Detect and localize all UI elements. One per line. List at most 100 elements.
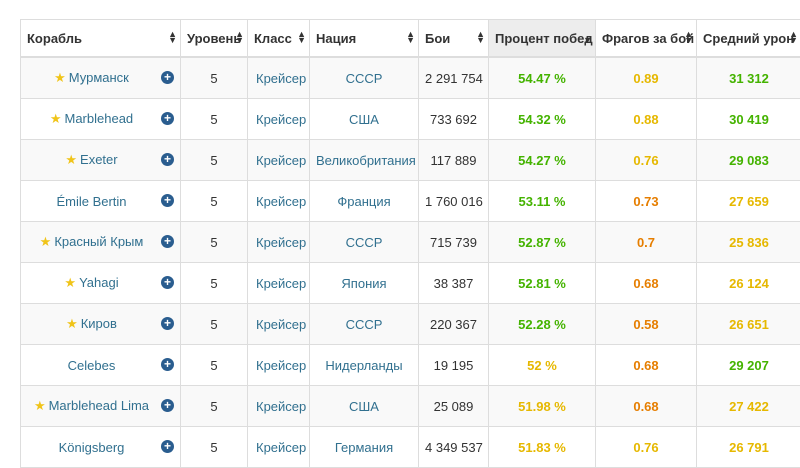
sort-icon[interactable]: ▲▼ (235, 31, 244, 43)
winrate-cell: 52.87 % (489, 222, 596, 263)
class-cell: Крейсер (248, 99, 310, 140)
table-row: ★Marblehead Lima+5КрейсерСША25 08951.98 … (21, 386, 800, 427)
sort-icon[interactable]: ▲▼ (789, 31, 798, 43)
class-link[interactable]: Крейсер (256, 235, 306, 250)
table-row: Émile Bertin+5КрейсерФранция1 760 01653.… (21, 181, 800, 222)
class-link[interactable]: Крейсер (256, 71, 306, 86)
sort-icon[interactable]: ▲▼ (297, 31, 306, 43)
level-cell: 5 (181, 222, 248, 263)
add-circle-icon[interactable]: + (161, 317, 174, 330)
premium-star-icon: ★ (40, 234, 52, 249)
ship-link[interactable]: Émile Bertin (56, 194, 126, 209)
ship-link[interactable]: Marblehead (65, 111, 134, 126)
avgdmg-cell: 25 836 (697, 222, 800, 263)
class-link[interactable]: Крейсер (256, 399, 306, 414)
level-cell: 5 (181, 304, 248, 345)
battles-cell: 220 367 (419, 304, 489, 345)
sort-icon[interactable]: ▲▼ (476, 31, 485, 43)
ship-link[interactable]: Мурманск (69, 70, 129, 85)
battles-cell: 2 291 754 (419, 57, 489, 99)
ship-cell: ★Marblehead + (21, 99, 181, 140)
battles-cell: 4 349 537 (419, 427, 489, 468)
ship-link[interactable]: Красный Крым (54, 234, 143, 249)
class-link[interactable]: Крейсер (256, 112, 306, 127)
sort-icon[interactable]: ▲▼ (684, 31, 693, 43)
class-link[interactable]: Крейсер (256, 194, 306, 209)
sort-icon[interactable]: ▲▼ (168, 31, 177, 43)
nation-cell: Великобритания (310, 140, 419, 181)
add-circle-icon[interactable]: + (161, 112, 174, 125)
frags-cell: 0.7 (596, 222, 697, 263)
nation-cell: Франция (310, 181, 419, 222)
ship-link[interactable]: Exeter (80, 152, 118, 167)
table-row: Celebes+5КрейсерНидерланды19 19552 %0.68… (21, 345, 800, 386)
premium-star-icon: ★ (66, 316, 78, 331)
frags-cell: 0.76 (596, 140, 697, 181)
level-cell: 5 (181, 386, 248, 427)
winrate-cell: 51.83 % (489, 427, 596, 468)
ship-link[interactable]: Celebes (68, 358, 116, 373)
sort-desc-icon[interactable]: ▲▼ (583, 31, 592, 43)
table-row: ★Yahagi+5КрейсерЯпония38 38752.81 %0.682… (21, 263, 800, 304)
ship-link[interactable]: Киров (81, 316, 117, 331)
class-link[interactable]: Крейсер (256, 276, 306, 291)
column-header-ship[interactable]: Корабль▲▼ (21, 20, 181, 58)
ship-link[interactable]: Yahagi (79, 275, 119, 290)
premium-star-icon: ★ (50, 111, 62, 126)
level-cell: 5 (181, 57, 248, 99)
ship-link[interactable]: Marblehead Lima (49, 398, 149, 413)
table-row: ★Мурманск +5 Крейсер СССР2 291 75454.47 %0.… (21, 57, 800, 99)
avgdmg-cell: 26 651 (697, 304, 800, 345)
class-link[interactable]: Крейсер (256, 440, 306, 455)
add-circle-icon[interactable]: + (161, 276, 174, 289)
table-header-row: Корабль▲▼ Уровень▲▼ Класс▲▼ Нация▲▼ Бои▲… (21, 20, 800, 58)
ship-cell: ★Киров + (21, 304, 181, 345)
class-cell: Крейсер (248, 345, 310, 386)
battles-cell: 38 387 (419, 263, 489, 304)
frags-cell: 0.88 (596, 99, 697, 140)
winrate-cell: 52 % (489, 345, 596, 386)
add-circle-icon[interactable]: + (161, 194, 174, 207)
add-circle-icon[interactable]: + (161, 358, 174, 371)
nation-cell: СССР (310, 57, 419, 99)
add-circle-icon[interactable]: + (161, 399, 174, 412)
battles-cell: 25 089 (419, 386, 489, 427)
column-header-frags[interactable]: Фрагов за бой▲▼ (596, 20, 697, 58)
class-cell: Крейсер (248, 140, 310, 181)
premium-star-icon: ★ (54, 70, 66, 85)
ship-cell: ★Exeter+ (21, 140, 181, 181)
column-header-winrate[interactable]: Процент побед▲▼ (489, 20, 596, 58)
frags-cell: 0.89 (596, 57, 697, 99)
battles-cell: 1 760 016 (419, 181, 489, 222)
table-row: ★Marblehead+5КрейсерСША733 69254.32 %0.8… (21, 99, 800, 140)
avgdmg-cell: 27 422 (697, 386, 800, 427)
add-circle-icon[interactable]: + (161, 71, 174, 84)
column-header-level[interactable]: Уровень▲▼ (181, 20, 248, 58)
class-cell: Крейсер (248, 304, 310, 345)
column-header-class[interactable]: Класс▲▼ (248, 20, 310, 58)
sort-icon[interactable]: ▲▼ (406, 31, 415, 43)
winrate-cell: 52.28 % (489, 304, 596, 345)
class-cell: Крейсер (248, 181, 310, 222)
table-body: ★Мурманск+5КрейсерСССР2 291 75454.47 %0.… (21, 57, 800, 468)
table-row: ★Exeter+5КрейсерВеликобритания117 88954.… (21, 140, 800, 181)
avgdmg-cell: 29 207 (697, 345, 800, 386)
add-circle-icon[interactable]: + (161, 440, 174, 453)
column-header-avgdmg[interactable]: Средний урон▲▼ (697, 20, 800, 58)
winrate-cell: 54.47 % (489, 57, 596, 99)
class-link[interactable]: Крейсер (256, 317, 306, 332)
class-link[interactable]: Крейсер (256, 153, 306, 168)
ship-link[interactable]: Königsberg (59, 440, 125, 455)
frags-cell: 0.68 (596, 386, 697, 427)
nation-cell: СССР (310, 222, 419, 263)
winrate-cell: 52.81 % (489, 263, 596, 304)
frags-cell: 0.58 (596, 304, 697, 345)
premium-star-icon: ★ (64, 275, 76, 290)
nation-cell: США (310, 99, 419, 140)
class-link[interactable]: Крейсер (256, 358, 306, 373)
level-cell: 5 (181, 99, 248, 140)
column-header-battles[interactable]: Бои▲▼ (419, 20, 489, 58)
add-circle-icon[interactable]: + (161, 153, 174, 166)
column-header-nation[interactable]: Нация▲▼ (310, 20, 419, 58)
add-circle-icon[interactable]: + (161, 235, 174, 248)
